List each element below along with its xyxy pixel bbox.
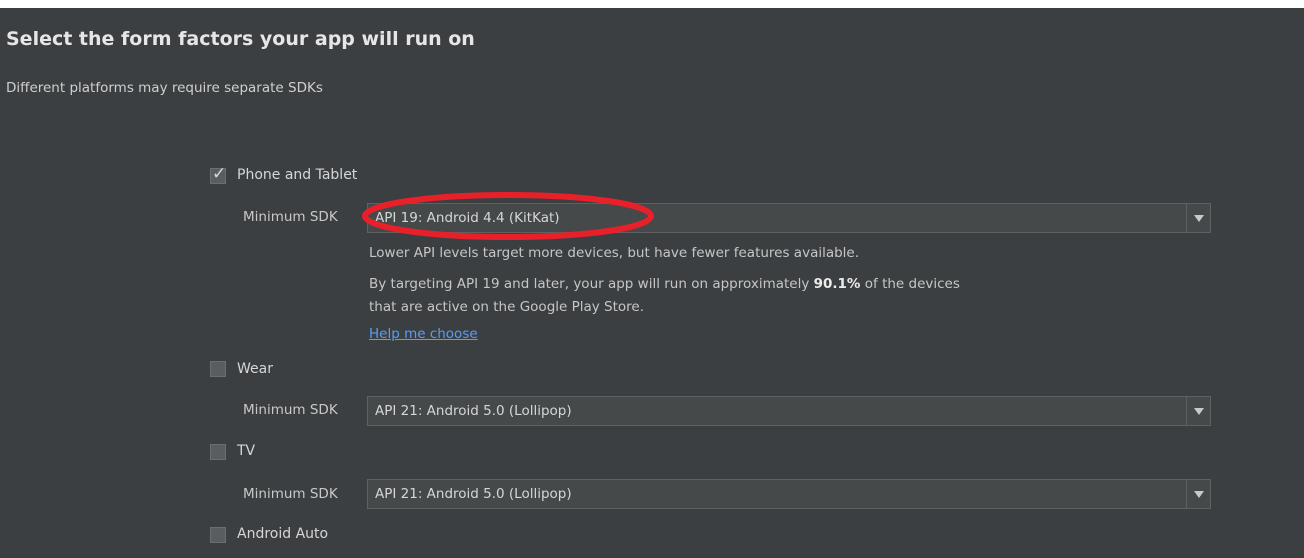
help-me-choose-link[interactable]: Help me choose [369, 326, 478, 342]
phone-min-sdk-label: Minimum SDK [243, 209, 338, 225]
wear-min-sdk-dropdown-button[interactable] [1186, 397, 1210, 425]
phone-tablet-checkbox[interactable]: ✓ [210, 164, 226, 184]
page-subtitle: Different platforms may require separate… [6, 80, 323, 96]
tv-min-sdk-dropdown-button[interactable] [1186, 480, 1210, 508]
wear-min-sdk-dropdown[interactable]: API 21: Android 5.0 (Lollipop) [367, 396, 1211, 426]
dropdown-arrow-icon [1193, 490, 1204, 498]
dropdown-arrow-icon [1193, 407, 1204, 415]
phone-min-sdk-dropdown-button[interactable] [1186, 204, 1210, 232]
phone-sdk-info-line-3: that are active on the Google Play Store… [369, 299, 645, 315]
red-ellipse-annotation [362, 192, 654, 240]
phone-sdk-info-line-1: Lower API levels target more devices, bu… [369, 245, 860, 261]
dropdown-arrow-icon [1193, 214, 1204, 222]
android-auto-label: Android Auto [237, 526, 329, 542]
checkmark-icon: ✓ [212, 164, 227, 184]
wear-checkbox[interactable] [210, 361, 226, 377]
wear-min-sdk-label: Minimum SDK [243, 402, 338, 418]
wear-label: Wear [237, 361, 273, 377]
phone-tablet-label: Phone and Tablet [237, 167, 358, 183]
coverage-suffix: of the devices [860, 276, 960, 292]
tv-checkbox[interactable] [210, 444, 226, 460]
tv-min-sdk-value: API 21: Android 5.0 (Lollipop) [375, 486, 572, 502]
tv-min-sdk-label: Minimum SDK [243, 486, 338, 502]
coverage-percentage: 90.1% [813, 276, 861, 292]
tv-label: TV [237, 443, 256, 459]
coverage-prefix: By targeting API 19 and later, your app … [369, 276, 814, 292]
tv-min-sdk-dropdown[interactable]: API 21: Android 5.0 (Lollipop) [367, 479, 1211, 509]
phone-sdk-coverage-line: By targeting API 19 and later, your app … [369, 276, 960, 292]
wear-min-sdk-value: API 21: Android 5.0 (Lollipop) [375, 403, 572, 419]
android-auto-checkbox[interactable] [210, 527, 226, 543]
window-top-strip [0, 0, 1304, 8]
page-title: Select the form factors your app will ru… [6, 28, 475, 50]
new-project-form-factors-panel: Select the form factors your app will ru… [0, 0, 1304, 558]
